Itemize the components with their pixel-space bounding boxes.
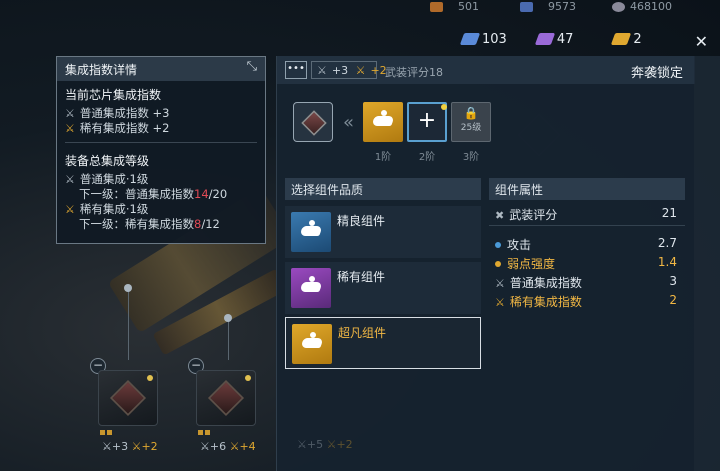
attributes-panel: ✖ 武装评分 21 攻击 2.7 弱点强度 1.4 ⚔ 普通集成指数 3 ⚔ 稀有集成… — [489, 204, 685, 324]
integration-detail-tooltip: 集成指数详情 ⤡ 当前芯片集成指数 ⚔ 普通集成指数 +3 ⚔ 稀有集成指数 +2 … — [56, 56, 266, 244]
chip-icon — [207, 379, 245, 417]
crystal-icon — [520, 1, 533, 12]
connector-node — [224, 314, 232, 322]
resource-bar: 103 47 2 ✕ — [450, 24, 720, 54]
ore-icon — [430, 1, 443, 12]
slot-tier-bars — [100, 430, 112, 435]
currency-crystal: 9573 — [520, 0, 576, 13]
attr-rare-index-row: ⚔ 稀有集成指数 2 — [495, 293, 677, 309]
armament-rating: 武装评分18 — [385, 66, 443, 79]
quality-option-fine[interactable]: 精良组件 — [285, 206, 481, 258]
normal-next-level: 下一级：普通集成指数14/20 — [79, 187, 228, 201]
rare-level: ⚔ 稀有集成·1级 — [65, 202, 149, 216]
currency-ore: 501 — [430, 0, 479, 13]
chip-name: 奔袭锁定 — [630, 66, 683, 81]
gear-coin-icon — [612, 1, 625, 12]
new-indicator — [245, 375, 251, 381]
chip-component-dialog: ••• ⚔ +3 ⚔ +2 武装评分18 奔袭锁定 « 1阶 + 2阶 🔒 25级 … — [276, 56, 695, 471]
attributes-header: 组件属性 — [489, 178, 685, 200]
attr-normal-index-row: ⚔ 普通集成指数 3 — [495, 274, 677, 290]
tooltip-title: 集成指数详情 — [65, 63, 138, 77]
currency-gear: 468100 — [612, 0, 672, 13]
attr-weakpoint-row: 弱点强度 1.4 — [489, 253, 685, 272]
tier-2-label: 2阶 — [418, 152, 436, 163]
divider — [65, 142, 257, 143]
slot-tier-bars — [198, 430, 210, 435]
new-indicator — [147, 375, 153, 381]
dialog-header: ••• ⚔ +3 ⚔ +2 武装评分18 奔袭锁定 — [277, 56, 695, 84]
tier-3-locked-slot[interactable]: 🔒 25级 — [451, 102, 491, 142]
chip-slot-2[interactable] — [196, 370, 256, 426]
current-chip-section: 当前芯片集成指数 ⚔ 普通集成指数 +3 ⚔ 稀有集成指数 +2 — [57, 81, 265, 138]
runner-icon — [299, 220, 323, 244]
runner-icon — [300, 332, 324, 356]
tooltip-header: 集成指数详情 ⤡ — [57, 57, 265, 81]
resource-gold[interactable]: 2 — [611, 32, 642, 47]
background-side-panel — [694, 56, 720, 471]
purple-cube-icon — [534, 33, 556, 45]
lock-icon: 🔒 — [463, 106, 479, 120]
tier-1-slot[interactable] — [363, 102, 403, 142]
slot-1-stats: ⚔+3 ⚔+2 — [102, 440, 158, 453]
close-icon[interactable]: ✕ — [695, 32, 708, 51]
connector-node — [124, 284, 132, 292]
component-icon — [292, 324, 332, 364]
runner-icon — [299, 276, 323, 300]
blue-cube-icon — [459, 33, 481, 45]
collapse-icon[interactable]: ⤡ — [247, 59, 257, 74]
total-level-section: 装备总集成等级 ⚔ 普通集成·1级 下一级：普通集成指数14/20 ⚔ 稀有集成·1… — [57, 147, 265, 234]
attr-rating-row: ✖ 武装评分 21 — [489, 204, 685, 226]
bg-slot-3-stats: ⚔+5 ⚔+2 — [297, 438, 353, 451]
current-chip[interactable] — [293, 102, 333, 142]
attr-attack-row: 攻击 2.7 — [489, 234, 685, 253]
notify-dot — [441, 104, 447, 110]
tier-1-label: 1阶 — [374, 152, 392, 163]
more-options-button[interactable]: ••• — [285, 61, 307, 79]
connector-line — [128, 290, 129, 360]
current-rare-index: ⚔ 稀有集成指数 +2 — [65, 121, 170, 135]
rare-next-level: 下一级：稀有集成指数8/12 — [79, 217, 220, 231]
chip-icon — [301, 110, 327, 136]
current-normal-index: ⚔ 普通集成指数 +3 — [65, 106, 170, 120]
gold-cube-icon — [611, 33, 632, 45]
quality-header: 选择组件品质 — [285, 178, 481, 200]
slot-2-stats: ⚔+6 ⚔+4 — [200, 440, 256, 453]
chip-slot-1[interactable] — [98, 370, 158, 426]
quality-option-epic[interactable]: 超凡组件 — [285, 317, 481, 369]
resource-blue[interactable]: 103 — [459, 32, 507, 47]
normal-level: ⚔ 普通集成·1级 — [65, 172, 149, 186]
component-icon — [291, 212, 331, 252]
tier-3-label: 3阶 — [462, 152, 480, 163]
chevron-left-icon: « — [343, 112, 355, 133]
connector-line — [228, 320, 229, 360]
component-icon — [291, 268, 331, 308]
quality-option-rare[interactable]: 稀有组件 — [285, 262, 481, 314]
runner-icon — [371, 110, 395, 134]
chip-icon — [109, 379, 147, 417]
chip-integration-stats: ⚔ +3 ⚔ +2 — [317, 64, 387, 77]
resource-purple[interactable]: 47 — [534, 32, 573, 47]
